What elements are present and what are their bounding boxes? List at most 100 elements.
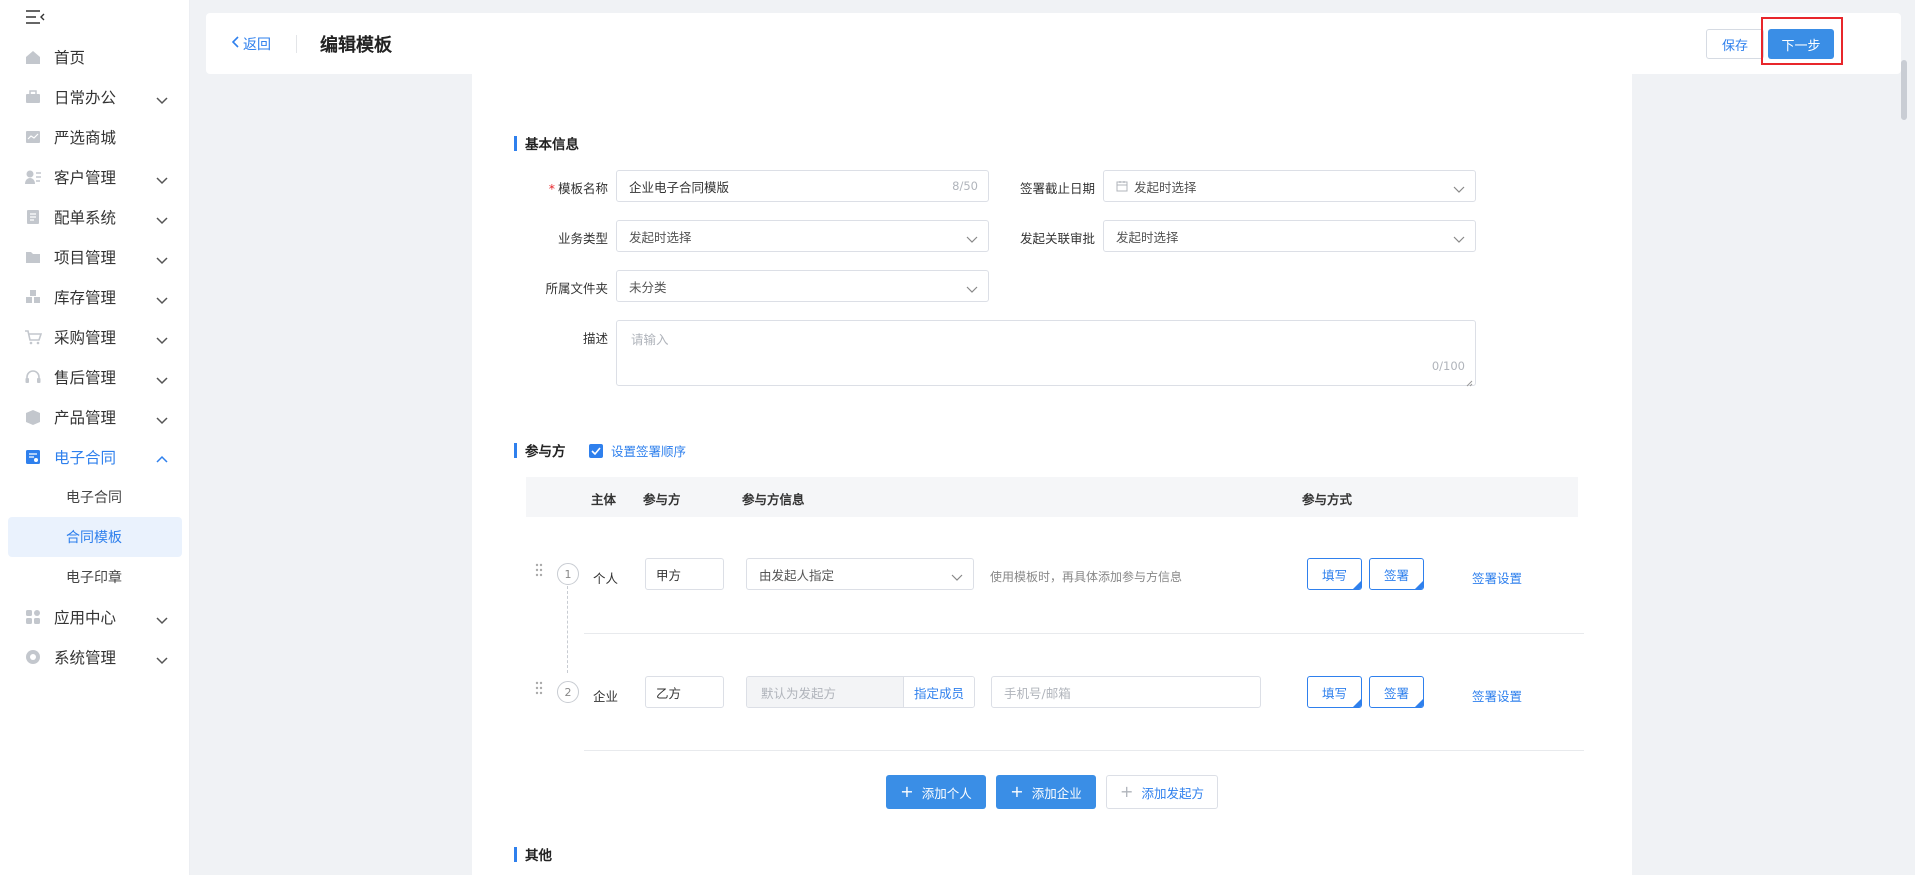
sidebar-item-label: 系统管理: [54, 649, 117, 667]
plus-icon: +: [900, 782, 914, 801]
chevron-down-icon: [1453, 182, 1465, 193]
sign-settings-link[interactable]: 签署设置: [1472, 686, 1522, 705]
sidebar: 首页 日常办公 严选商城 客户管理 配单系统 项目管理 库存管理 采购管理 售后…: [0, 0, 190, 875]
deadline-label: 签署截止日期: [1019, 181, 1095, 196]
selected-corner-icon: [1415, 699, 1423, 707]
column-header-party: 参与方: [643, 492, 681, 507]
fill-mode-label: 填写: [1321, 685, 1347, 701]
description-placeholder: 请输入: [631, 332, 669, 347]
shop-icon: [24, 128, 42, 146]
party-name-input[interactable]: 甲方: [645, 558, 724, 590]
customer-icon: [24, 168, 42, 186]
party-info-combo: 默认为发起方 指定成员: [746, 676, 975, 708]
chevron-down-icon: [156, 291, 168, 305]
sidebar-item-purchase[interactable]: 采购管理: [0, 317, 190, 357]
sign-mode-button[interactable]: 签署: [1369, 676, 1424, 708]
party-info-select[interactable]: 由发起人指定: [746, 558, 974, 590]
box-icon: [24, 408, 42, 426]
party-name-input[interactable]: 乙方: [645, 676, 724, 708]
selected-corner-icon: [1353, 699, 1361, 707]
contact-input[interactable]: 手机号/邮箱: [991, 676, 1261, 708]
back-label: 返回: [243, 37, 271, 53]
fill-mode-button[interactable]: 填写: [1307, 676, 1362, 708]
sidebar-item-label: 产品管理: [54, 409, 117, 427]
sidebar-subitem-label: 电子印章: [66, 570, 122, 586]
collapse-menu-icon[interactable]: [24, 8, 46, 26]
chevron-down-icon: [156, 371, 168, 385]
description-textarea[interactable]: 请输入 0/100: [616, 320, 1476, 387]
section-basic-info: 基本信息: [514, 133, 579, 153]
add-company-button[interactable]: + 添加企业: [996, 775, 1096, 809]
sidebar-item-order-system[interactable]: 配单系统: [0, 197, 190, 237]
drag-handle-icon[interactable]: [534, 680, 544, 696]
folder-select[interactable]: 未分类: [616, 270, 989, 302]
business-type-label: 业务类型: [557, 231, 608, 246]
add-initiator-button[interactable]: + 添加发起方: [1106, 775, 1218, 809]
sidebar-item-daily-office[interactable]: 日常办公: [0, 77, 190, 117]
chevron-down-icon: [156, 331, 168, 345]
sign-order-checkbox[interactable]: 设置签署顺序: [589, 441, 686, 460]
sidebar-item-system[interactable]: 系统管理: [0, 637, 190, 677]
template-form-card: 基本信息 * 模板名称 企业电子合同模版 8/50 签署截止日期 发起时选择 业务…: [472, 74, 1632, 875]
cart-icon: [24, 328, 43, 346]
settings-icon: [24, 648, 42, 666]
sidebar-subitem-e-seal[interactable]: 电子印章: [0, 557, 190, 597]
sidebar-item-after-sales[interactable]: 售后管理: [0, 357, 190, 397]
subject-cell: 个人: [593, 571, 619, 586]
sidebar-item-mall[interactable]: 严选商城: [0, 117, 190, 157]
save-button[interactable]: 保存: [1706, 29, 1764, 59]
sidebar-item-customer[interactable]: 客户管理: [0, 157, 190, 197]
chevron-down-icon: [951, 570, 963, 581]
sidebar-subitem-contract-template[interactable]: 合同模板: [8, 517, 182, 557]
char-counter: 8/50: [952, 179, 978, 193]
template-name-input[interactable]: 企业电子合同模版 8/50: [616, 170, 989, 202]
sign-order-label: 设置签署顺序: [611, 444, 687, 459]
related-approval-select[interactable]: 发起时选择: [1103, 220, 1476, 252]
resize-handle-icon[interactable]: [1465, 375, 1473, 387]
page-title: 编辑模板: [320, 35, 392, 56]
folder-value: 未分类: [629, 279, 667, 295]
chevron-down-icon: [156, 611, 168, 625]
template-name-value: 企业电子合同模版: [629, 179, 730, 195]
sidebar-item-label: 配单系统: [54, 209, 117, 227]
order-icon: [24, 208, 42, 226]
row-divider: [584, 750, 1584, 751]
assign-member-button[interactable]: 指定成员: [903, 677, 974, 707]
selected-corner-icon: [1353, 581, 1361, 589]
sidebar-item-product[interactable]: 产品管理: [0, 397, 190, 437]
participants-table-header: [526, 477, 1578, 517]
deadline-date-picker[interactable]: 发起时选择: [1103, 170, 1476, 202]
briefcase-icon: [24, 88, 42, 106]
description-label: 描述: [582, 331, 608, 346]
chevron-left-icon: [231, 36, 240, 52]
sidebar-item-e-contract[interactable]: 电子合同: [0, 437, 190, 477]
sidebar-item-project[interactable]: 项目管理: [0, 237, 190, 277]
sidebar-item-inventory[interactable]: 库存管理: [0, 277, 190, 317]
chevron-down-icon: [966, 282, 978, 293]
section-participants: 参与方: [514, 440, 566, 460]
apps-icon: [24, 608, 42, 626]
order-badge: 1: [557, 563, 579, 585]
sign-mode-label: 签署: [1383, 685, 1409, 701]
chevron-down-icon: [156, 411, 168, 425]
sidebar-subitem-e-contract[interactable]: 电子合同: [0, 477, 190, 517]
highlight-box: [1761, 17, 1843, 65]
scrollbar-thumb[interactable]: [1901, 60, 1907, 120]
sidebar-item-home[interactable]: 首页: [0, 37, 190, 77]
sign-mode-button[interactable]: 签署: [1369, 558, 1424, 590]
add-person-button[interactable]: + 添加个人: [886, 775, 986, 809]
chevron-up-icon: [156, 451, 168, 463]
drag-handle-icon[interactable]: [534, 562, 544, 578]
template-name-label-text: 模板名称: [557, 181, 608, 196]
sign-settings-link[interactable]: 签署设置: [1472, 568, 1522, 587]
business-type-select[interactable]: 发起时选择: [616, 220, 989, 252]
row-divider: [584, 633, 1584, 634]
back-link[interactable]: 返回: [231, 34, 271, 54]
order-badge: 2: [557, 681, 579, 703]
fill-mode-button[interactable]: 填写: [1307, 558, 1362, 590]
sidebar-item-label: 采购管理: [54, 329, 117, 347]
fill-mode-label: 填写: [1321, 567, 1347, 583]
sidebar-item-app-center[interactable]: 应用中心: [0, 597, 190, 637]
contract-icon: [24, 448, 42, 466]
page-scrollbar[interactable]: [1901, 60, 1907, 875]
